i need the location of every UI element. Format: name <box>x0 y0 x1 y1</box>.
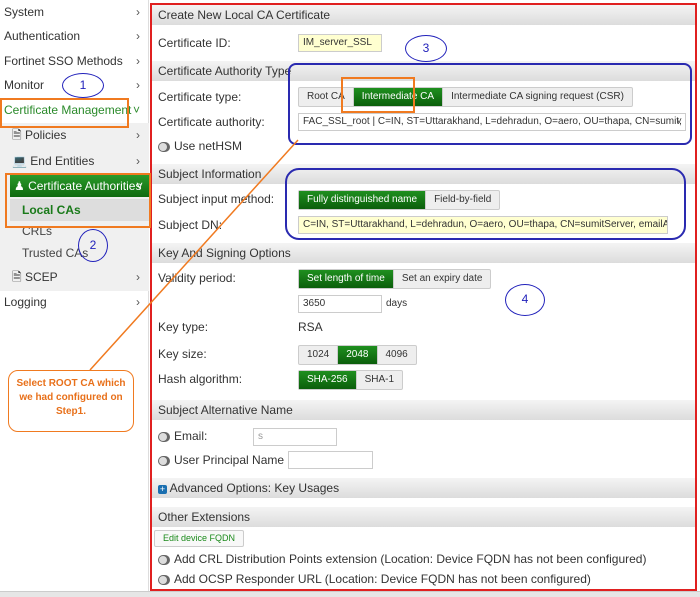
annotation-arrow-line <box>89 139 299 371</box>
annotation-callout: Select ROOT CA which we had configured o… <box>8 370 134 432</box>
